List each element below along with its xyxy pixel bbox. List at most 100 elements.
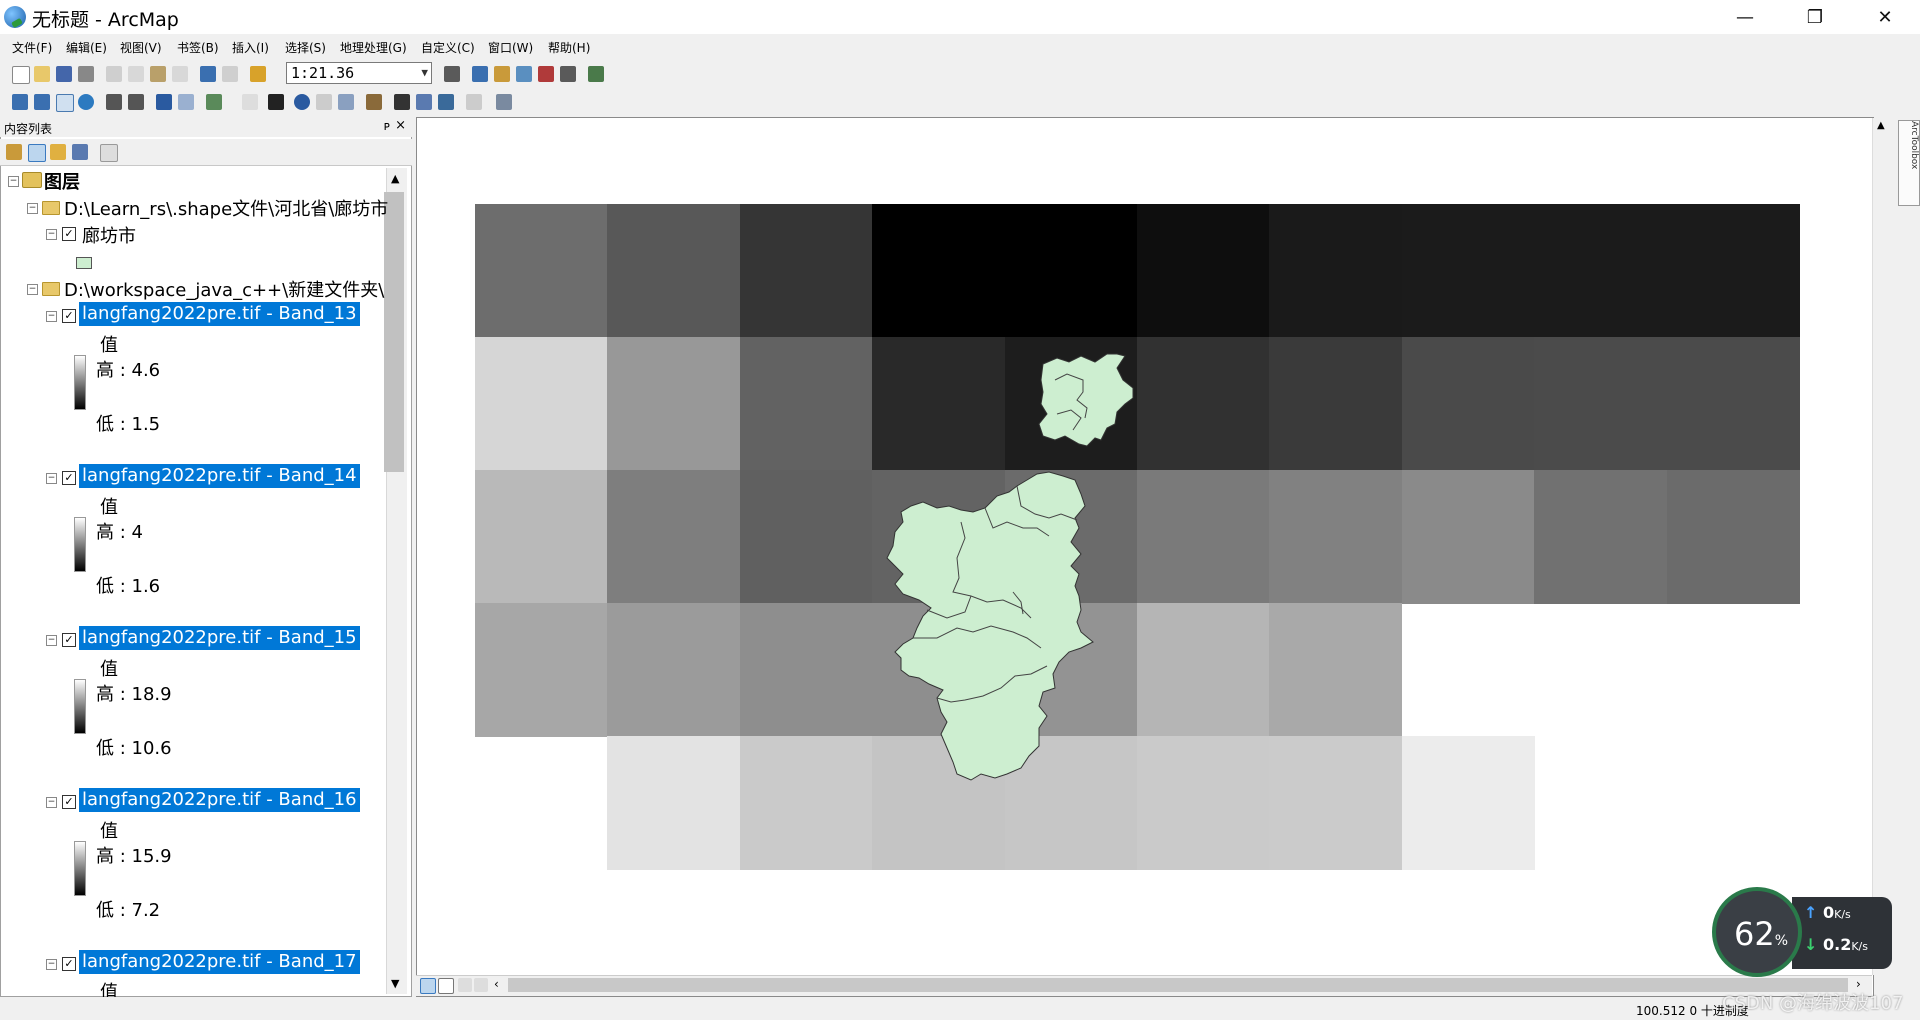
menu-view[interactable]: 视图(V): [120, 39, 162, 56]
undo-icon[interactable]: [200, 66, 216, 82]
collapse-band17-icon[interactable]: −: [46, 959, 57, 970]
collapse-band15-icon[interactable]: −: [46, 635, 57, 646]
cut-icon[interactable]: [106, 66, 122, 82]
langfang-visibility-checkbox[interactable]: ✓: [62, 227, 76, 241]
list-by-selection-icon[interactable]: [72, 144, 88, 160]
network-monitor-widget[interactable]: ↑ 0K/s ↓ 0.2K/s 62%: [1712, 887, 1892, 983]
print-icon[interactable]: [78, 66, 94, 82]
find-route-icon[interactable]: [416, 94, 432, 110]
model-builder-icon[interactable]: [588, 66, 604, 82]
list-by-visibility-icon[interactable]: [50, 144, 66, 160]
data-view-icon[interactable]: [420, 978, 436, 994]
editor-toolbar-icon[interactable]: [444, 66, 460, 82]
collapse-group2-icon[interactable]: −: [27, 284, 38, 295]
layer-band17[interactable]: langfang2022pre.tif - Band_17: [79, 950, 360, 974]
catalog-icon[interactable]: [494, 66, 510, 82]
scroll-up-icon[interactable]: ▲: [391, 172, 399, 185]
layers-root[interactable]: 图层: [44, 168, 80, 194]
collapse-band16-icon[interactable]: −: [46, 797, 57, 808]
menu-edit[interactable]: 编辑(E): [66, 39, 107, 56]
menu-customize[interactable]: 自定义(C): [421, 39, 475, 56]
time-slider-icon[interactable]: [466, 94, 482, 110]
search-window-icon[interactable]: [516, 66, 532, 82]
zoom-out-icon[interactable]: [34, 94, 50, 110]
band15-color-ramp[interactable]: [74, 679, 86, 734]
options-icon[interactable]: [100, 144, 118, 162]
map-scale-input[interactable]: 1:21.36 ▼: [286, 62, 432, 84]
layer-band14[interactable]: langfang2022pre.tif - Band_14: [79, 464, 360, 488]
arctoolbox-icon[interactable]: [538, 66, 554, 82]
toc-close-button[interactable]: ×: [395, 118, 406, 133]
map-vertical-scrollbar[interactable]: ▲: [1872, 118, 1893, 975]
list-by-source-icon[interactable]: [28, 144, 46, 162]
map-scroll-thumb[interactable]: [508, 978, 1848, 992]
band14-visibility-checkbox[interactable]: ✓: [62, 471, 76, 485]
collapse-langfang-icon[interactable]: −: [46, 229, 57, 240]
zoom-in-icon[interactable]: [12, 94, 28, 110]
band14-color-ramp[interactable]: [74, 517, 86, 572]
create-viewer-icon[interactable]: [496, 94, 512, 110]
scroll-up-icon[interactable]: ▲: [1877, 120, 1885, 131]
scroll-down-icon[interactable]: ▼: [391, 977, 399, 990]
pause-drawing-icon[interactable]: [474, 978, 488, 992]
collapse-layers-icon[interactable]: −: [8, 176, 19, 187]
map-view[interactable]: [416, 117, 1874, 997]
pin-icon[interactable]: ᴘ: [384, 119, 390, 133]
close-button[interactable]: ✕: [1850, 0, 1920, 34]
fixed-zoom-out-icon[interactable]: [128, 94, 144, 110]
python-window-icon[interactable]: [560, 66, 576, 82]
arctoolbox-tab[interactable]: ArcToolbox: [1898, 120, 1920, 206]
minimize-button[interactable]: —: [1710, 0, 1780, 34]
layer-band15[interactable]: langfang2022pre.tif - Band_15: [79, 626, 360, 650]
menu-geoprocessing[interactable]: 地理处理(G): [340, 39, 407, 56]
langfang-symbol-swatch[interactable]: [76, 257, 92, 269]
clear-selection-icon[interactable]: [242, 94, 258, 110]
chevron-down-icon[interactable]: ▼: [421, 63, 428, 83]
identify-icon[interactable]: [294, 94, 310, 110]
html-popup-icon[interactable]: [338, 94, 354, 110]
list-by-drawing-order-icon[interactable]: [6, 144, 22, 160]
layout-view-icon[interactable]: [438, 978, 454, 994]
map-horizontal-scrollbar[interactable]: ‹ ›: [416, 975, 1872, 996]
layer-band13[interactable]: langfang2022pre.tif - Band_13: [79, 302, 360, 326]
table-of-contents-icon[interactable]: [472, 66, 488, 82]
data-source-workspace[interactable]: D:\workspace_java_c++\新建文件夹\: [64, 276, 384, 302]
delete-icon[interactable]: [172, 66, 188, 82]
toc-scroll-thumb[interactable]: [384, 192, 404, 472]
menu-selection[interactable]: 选择(S): [285, 39, 326, 56]
collapse-group1-icon[interactable]: −: [27, 203, 38, 214]
scroll-left-icon[interactable]: ‹: [494, 977, 499, 991]
band16-visibility-checkbox[interactable]: ✓: [62, 795, 76, 809]
hyperlink-icon[interactable]: [316, 94, 332, 110]
layer-band16[interactable]: langfang2022pre.tif - Band_16: [79, 788, 360, 812]
band15-visibility-checkbox[interactable]: ✓: [62, 633, 76, 647]
redo-icon[interactable]: [222, 66, 238, 82]
new-document-icon[interactable]: [12, 66, 30, 84]
copy-icon[interactable]: [128, 66, 144, 82]
forward-icon[interactable]: [178, 94, 194, 110]
select-elements-icon[interactable]: [268, 94, 284, 110]
fixed-zoom-in-icon[interactable]: [106, 94, 122, 110]
menu-file[interactable]: 文件(F): [12, 39, 52, 56]
menu-insert[interactable]: 插入(I): [232, 39, 269, 56]
band13-visibility-checkbox[interactable]: ✓: [62, 309, 76, 323]
pan-icon[interactable]: [56, 94, 74, 112]
find-icon[interactable]: [394, 94, 410, 110]
collapse-band13-icon[interactable]: −: [46, 311, 57, 322]
open-folder-icon[interactable]: [34, 66, 50, 82]
band13-color-ramp[interactable]: [74, 355, 86, 410]
measure-icon[interactable]: [366, 94, 382, 110]
select-features-icon[interactable]: [206, 94, 222, 110]
menu-help[interactable]: 帮助(H): [548, 39, 590, 56]
layer-langfang[interactable]: 廊坊市: [82, 222, 136, 248]
band16-color-ramp[interactable]: [74, 841, 86, 896]
collapse-band14-icon[interactable]: −: [46, 473, 57, 484]
save-icon[interactable]: [56, 66, 72, 82]
add-data-icon[interactable]: [250, 66, 266, 82]
paste-icon[interactable]: [150, 66, 166, 82]
menu-bookmarks[interactable]: 书签(B): [177, 39, 219, 56]
back-icon[interactable]: [156, 94, 172, 110]
full-extent-icon[interactable]: [78, 94, 94, 110]
refresh-icon[interactable]: [458, 978, 472, 992]
go-to-xy-icon[interactable]: [438, 94, 454, 110]
